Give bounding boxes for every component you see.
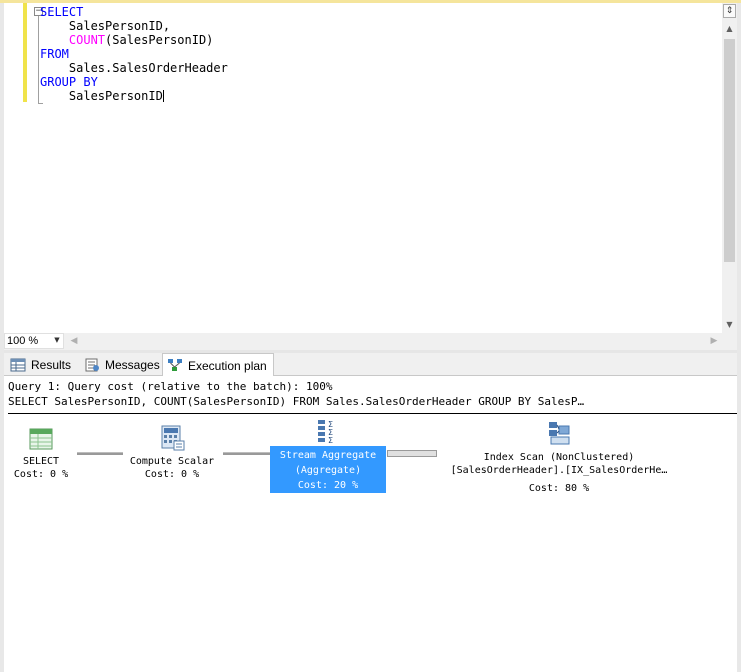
change-tracking-bar [23,3,27,102]
scroll-up-icon[interactable]: ▲ [722,21,737,37]
sql-function: COUNT [68,33,106,47]
scan-node-cost: Cost: 80 % [528,483,590,494]
tab-messages-label: Messages [105,358,160,372]
code-line[interactable]: SalesPersonID, [40,19,228,33]
scroll-right-icon[interactable]: ▶ [708,333,720,349]
sql-keyword: GROUP BY [40,75,98,89]
sql-text: (SalesPersonID) [105,33,214,47]
compute-node-name: Compute Scalar [129,456,215,467]
stream-aggregate-icon: Σ Σ Σ [318,420,333,444]
sql-code[interactable]: SELECT SalesPersonID, COUNT(SalesPersonI… [40,5,228,103]
tab-execution-plan[interactable]: Execution plan [162,353,274,376]
plan-node-stream-aggregate[interactable]: Σ Σ Σ Stream Aggregate (Aggregate) Cost:… [270,418,386,493]
sql-text: Sales.SalesOrderHeader [40,61,228,75]
chevron-down-icon[interactable]: ▼ [52,333,62,347]
header-divider [8,413,737,414]
aggregate-node-name: Stream Aggregate [270,446,386,463]
query-editor[interactable]: − SELECT SalesPersonID, COUNT(SalesPerso… [4,3,722,333]
tab-messages[interactable]: Messages [80,355,162,376]
compute-scalar-icon [161,425,185,451]
code-line[interactable]: SalesPersonID [40,89,228,103]
query-cost-line: Query 1: Query cost (relative to the bat… [8,380,333,393]
code-line[interactable]: Sales.SalesOrderHeader [40,61,228,75]
split-view-icon[interactable]: ⇕ [723,4,736,18]
plan-node-select[interactable]: SELECT Cost: 0 % [10,426,72,481]
sql-keyword: FROM [40,47,69,61]
sql-text: SalesPersonID, [40,19,171,33]
query-cost-header: Query 1: Query cost (relative to the bat… [8,379,584,409]
connector-compute-aggregate [223,452,271,455]
scrollbar-thumb[interactable] [724,39,735,262]
plan-node-compute-scalar[interactable]: Compute Scalar Cost: 0 % [124,424,220,481]
connector-select-compute [77,452,123,455]
aggregate-node-cost: Cost: 20 % [270,478,386,493]
select-node-name: SELECT [22,456,60,467]
window-right-edge [737,3,741,672]
tab-execution-plan-label: Execution plan [188,359,267,373]
select-node-cost: Cost: 0 % [13,469,69,480]
outline-guide-end [38,103,43,104]
scan-node-name: Index Scan (NonClustered) [483,452,635,463]
results-tabbar: Results Messages Execution plan [4,353,737,376]
scroll-left-icon[interactable]: ◀ [68,333,80,349]
index-scan-icon [549,422,570,445]
plan-node-index-scan[interactable]: Index Scan (NonClustered) [SalesOrderHea… [436,420,682,495]
aggregate-node-subtitle: (Aggregate) [270,463,386,478]
execution-plan-icon [168,359,182,371]
scroll-down-icon[interactable]: ▼ [722,317,737,333]
editor-vertical-scrollbar[interactable]: ⇕ ▲ ▼ [722,3,737,333]
text-caret [162,90,164,102]
tab-results-label: Results [31,358,72,372]
code-line[interactable]: GROUP BY [40,75,228,89]
query-text-line: SELECT SalesPersonID, COUNT(SalesPersonI… [8,395,585,408]
messages-icon [85,358,99,372]
code-line[interactable]: FROM [40,47,228,61]
code-line[interactable]: COUNT(SalesPersonID) [40,33,228,47]
compute-node-cost: Cost: 0 % [144,469,200,480]
results-grid-icon [10,358,26,372]
connector-aggregate-scan [387,450,437,457]
outline-guide [38,16,39,104]
table-select-icon [29,428,53,450]
code-line[interactable]: SELECT [40,5,228,19]
tab-results[interactable]: Results [6,355,80,376]
sql-text: SalesPersonID [40,89,163,103]
svg-text:Σ: Σ [328,436,333,444]
zoom-value: 100 % [7,335,39,347]
editor-status-row: 100 % ▼ ◀ ▶ [4,333,737,350]
scan-node-object: [SalesOrderHeader].[IX_SalesOrderHe… [450,465,668,476]
sql-keyword: SELECT [40,5,84,19]
execution-plan-pane[interactable]: Query 1: Query cost (relative to the bat… [4,376,737,672]
